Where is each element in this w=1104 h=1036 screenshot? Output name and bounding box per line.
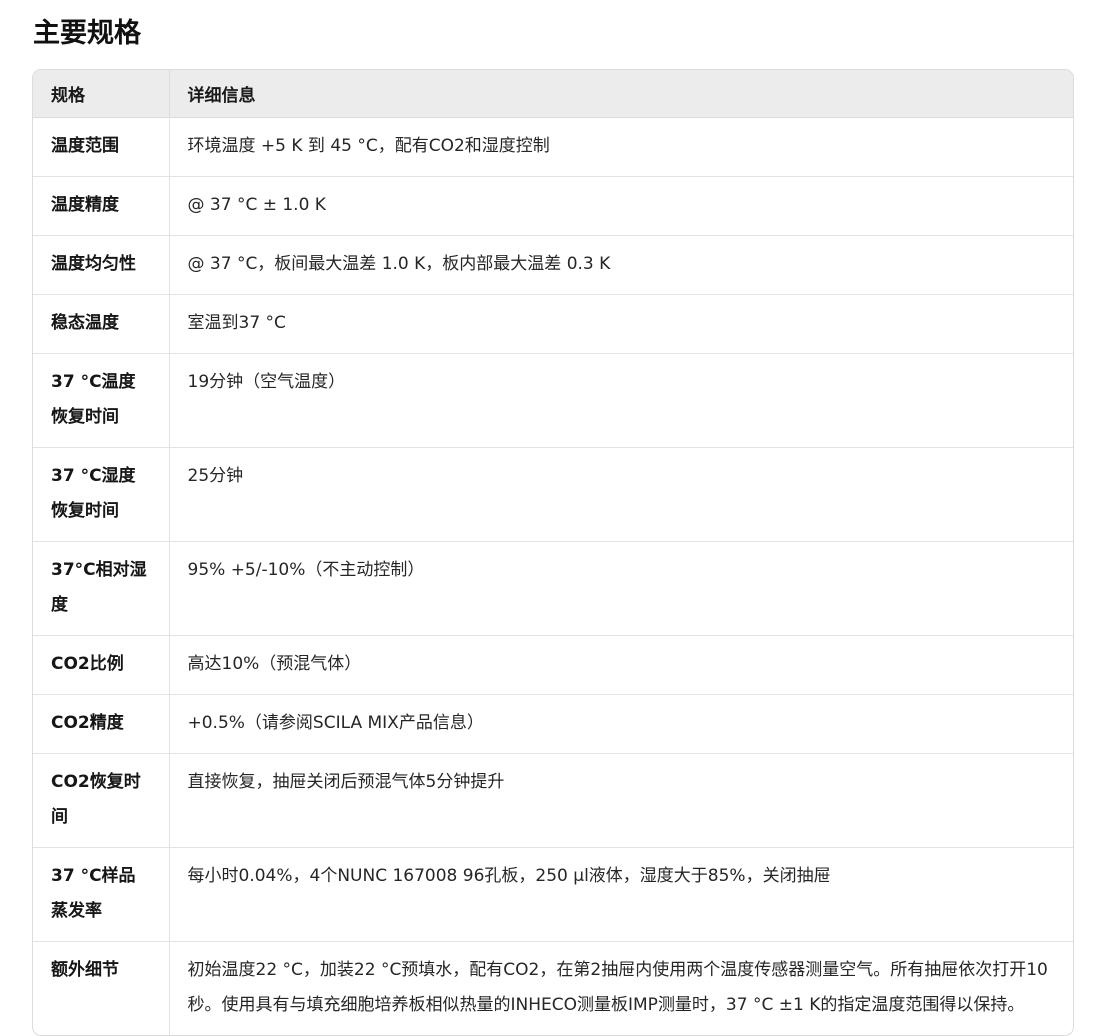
spec-value: 19分钟（空气温度） [169, 353, 1073, 448]
spec-value: 初始温度22 °C，加装22 °C预填水，配有CO2，在第2抽屉内使用两个温度传… [187, 960, 1048, 1015]
table-row: 温度范围 环境温度 +5 K 到 45 °C，配有CO2和湿度控制 [33, 117, 1073, 177]
spec-name: 37 °C湿度恢复时间 [33, 447, 170, 542]
spec-value: 环境温度 +5 K 到 45 °C，配有CO2和湿度控制 [169, 117, 1073, 177]
table-row: CO2精度 +0.5%（请参阅SCILA MIX产品信息） [33, 694, 1073, 754]
page-title: 主要规格 [33, 18, 141, 49]
spec-name: CO2比例 [33, 635, 170, 695]
spec-table: 规格 详细信息 温度范围 环境温度 +5 K 到 45 °C，配有CO2和湿度控… [33, 70, 1073, 1035]
spec-name: 温度范围 [33, 117, 170, 177]
spec-name: 37 °C样品蒸发率 [33, 847, 170, 942]
header-spec: 规格 [33, 70, 170, 118]
spec-name: CO2恢复时间 [33, 753, 170, 848]
table-row: 温度精度 @ 37 °C ± 1.0 K [33, 176, 1073, 236]
table-row: 温度均匀性 @ 37 °C，板间最大温差 1.0 K，板内部最大温差 0.3 K [33, 235, 1073, 295]
spec-value: @ 37 °C ± 1.0 K [169, 176, 1073, 236]
spec-name: 额外细节 [33, 941, 170, 1035]
spec-name: 稳态温度 [33, 294, 170, 354]
table-row: CO2比例 高达10%（预混气体） [33, 635, 1073, 695]
table-row: 37 °C样品蒸发率 每小时0.04%，4个NUNC 167008 96孔板，2… [33, 847, 1073, 942]
table-header-row: 规格 详细信息 [33, 70, 1073, 118]
spec-table-container: 规格 详细信息 温度范围 环境温度 +5 K 到 45 °C，配有CO2和湿度控… [32, 69, 1074, 1036]
table-row: 额外细节 初始温度22 °C，加装22 °C预填水，配有CO2，在第2抽屉内使用… [33, 941, 1073, 1035]
spec-value: +0.5%（请参阅SCILA MIX产品信息） [169, 694, 1073, 754]
spec-name: 温度精度 [33, 176, 170, 236]
spec-value: 高达10%（预混气体） [169, 635, 1073, 695]
spec-name: CO2精度 [33, 694, 170, 754]
spec-value: 25分钟 [169, 447, 1073, 542]
table-row: 37 °C湿度恢复时间 25分钟 [33, 447, 1073, 542]
spec-value: 每小时0.04%，4个NUNC 167008 96孔板，250 µl液体，湿度大… [169, 847, 1073, 942]
table-row: 37°C相对湿度 95% +5/-10%（不主动控制） [33, 541, 1073, 636]
spec-value: @ 37 °C，板间最大温差 1.0 K，板内部最大温差 0.3 K [169, 235, 1073, 295]
spec-value: 直接恢复，抽屉关闭后预混气体5分钟提升 [169, 753, 1073, 848]
table-row: 37 °C温度恢复时间 19分钟（空气温度） [33, 353, 1073, 448]
table-row: CO2恢复时间 直接恢复，抽屉关闭后预混气体5分钟提升 [33, 753, 1073, 848]
spec-name: 37°C相对湿度 [33, 541, 170, 636]
header-details: 详细信息 [169, 70, 1073, 118]
table-row: 稳态温度 室温到37 °C [33, 294, 1073, 354]
spec-name: 温度均匀性 [33, 235, 170, 295]
spec-value: 室温到37 °C [169, 294, 1073, 354]
spec-name: 37 °C温度恢复时间 [33, 353, 170, 448]
spec-value: 95% +5/-10%（不主动控制） [169, 541, 1073, 636]
